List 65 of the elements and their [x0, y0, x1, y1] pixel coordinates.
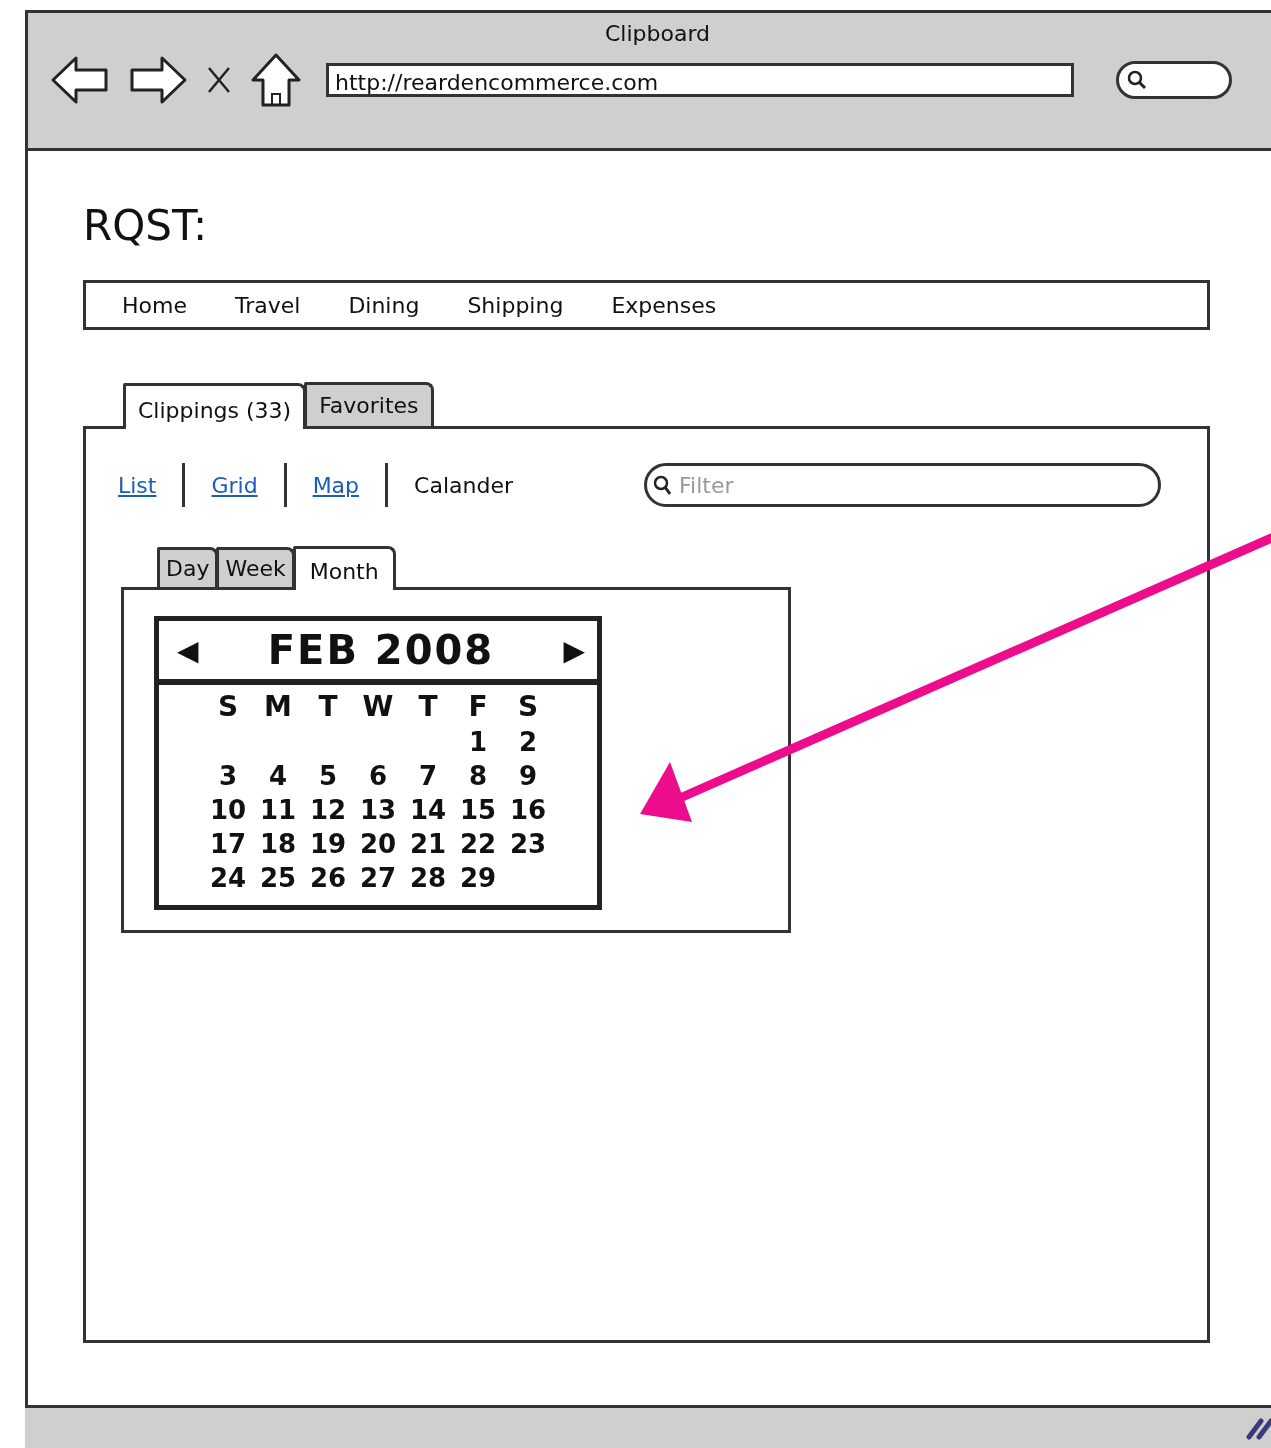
home-icon[interactable] [250, 52, 302, 108]
calendar-day[interactable]: 19 [303, 827, 353, 861]
view-link[interactable]: List [118, 472, 157, 498]
next-month-button[interactable]: ▶ [563, 633, 585, 667]
weekday-label: M [263, 689, 293, 725]
tab[interactable]: Month [292, 546, 396, 590]
calendar-day[interactable]: 21 [403, 827, 453, 861]
calendar-day[interactable]: 29 [453, 861, 503, 895]
back-icon[interactable] [50, 54, 110, 106]
tab[interactable]: Clippings (33) [123, 383, 307, 429]
weekday-label: S [516, 689, 540, 725]
calendar-day[interactable]: 5 [303, 759, 353, 793]
calendar-day[interactable]: 13 [353, 793, 403, 827]
weekday-label: T [417, 689, 439, 725]
nav-link[interactable]: Travel [234, 292, 301, 318]
weekday-label: W [361, 689, 395, 725]
calendar-day[interactable]: 23 [503, 827, 553, 861]
view-link[interactable]: Map [312, 472, 360, 498]
view-link[interactable]: Grid [211, 472, 258, 498]
window-title: Clipboard [603, 20, 712, 46]
calendar-day[interactable]: 6 [353, 759, 403, 793]
calendar-day[interactable]: 16 [503, 793, 553, 827]
search-icon [1127, 70, 1147, 90]
calendar-day[interactable]: 28 [403, 861, 453, 895]
calendar-day[interactable]: 1 [453, 725, 503, 759]
calendar-day[interactable]: 22 [453, 827, 503, 861]
calendar-day[interactable]: 14 [403, 793, 453, 827]
calendar-day[interactable]: 10 [203, 793, 253, 827]
nav-link[interactable]: Expenses [611, 292, 717, 318]
calendar-day[interactable]: 26 [303, 861, 353, 895]
calendar-day[interactable]: 8 [453, 759, 503, 793]
page-heading: RQST: [83, 201, 209, 250]
tab[interactable]: Favorites [304, 382, 434, 426]
tab[interactable]: Day [157, 547, 219, 587]
month-label: FEB 2008 [267, 627, 495, 673]
resize-grip-icon [1245, 1415, 1271, 1441]
calendar-day[interactable]: 9 [503, 759, 553, 793]
calendar-day[interactable]: 7 [403, 759, 453, 793]
calendar-day[interactable]: 4 [253, 759, 303, 793]
weekday-label: F [467, 689, 489, 725]
nav-link[interactable]: Dining [348, 292, 420, 318]
weekday-label: S [216, 689, 240, 725]
tab[interactable]: Week [216, 547, 295, 587]
previous-month-button[interactable]: ◀ [177, 633, 199, 667]
calendar-day[interactable]: 3 [203, 759, 253, 793]
calendar-day[interactable]: 20 [353, 827, 403, 861]
calendar-day[interactable]: 2 [503, 725, 553, 759]
calendar-day[interactable]: 25 [253, 861, 303, 895]
calendar-day[interactable]: 18 [253, 827, 303, 861]
search-icon [652, 474, 672, 496]
address-field[interactable]: http://reardencommerce.com [326, 63, 1074, 97]
filter-field[interactable]: Filter [644, 463, 1161, 507]
nav-link[interactable]: Shipping [467, 292, 564, 318]
view-link[interactable]: Calander [414, 472, 513, 498]
calendar-day[interactable]: 11 [253, 793, 303, 827]
nav-link[interactable]: Home [122, 292, 187, 318]
calendar-day[interactable]: 17 [203, 827, 253, 861]
forward-icon[interactable] [128, 54, 188, 106]
calendar-day[interactable]: 12 [303, 793, 353, 827]
search-field[interactable] [1116, 61, 1232, 99]
calendar-day[interactable]: 15 [453, 793, 503, 827]
weekday-label: T [317, 689, 339, 725]
calendar-day[interactable]: 24 [203, 861, 253, 895]
close-icon[interactable] [206, 65, 232, 95]
calendar-day[interactable]: 27 [353, 861, 403, 895]
